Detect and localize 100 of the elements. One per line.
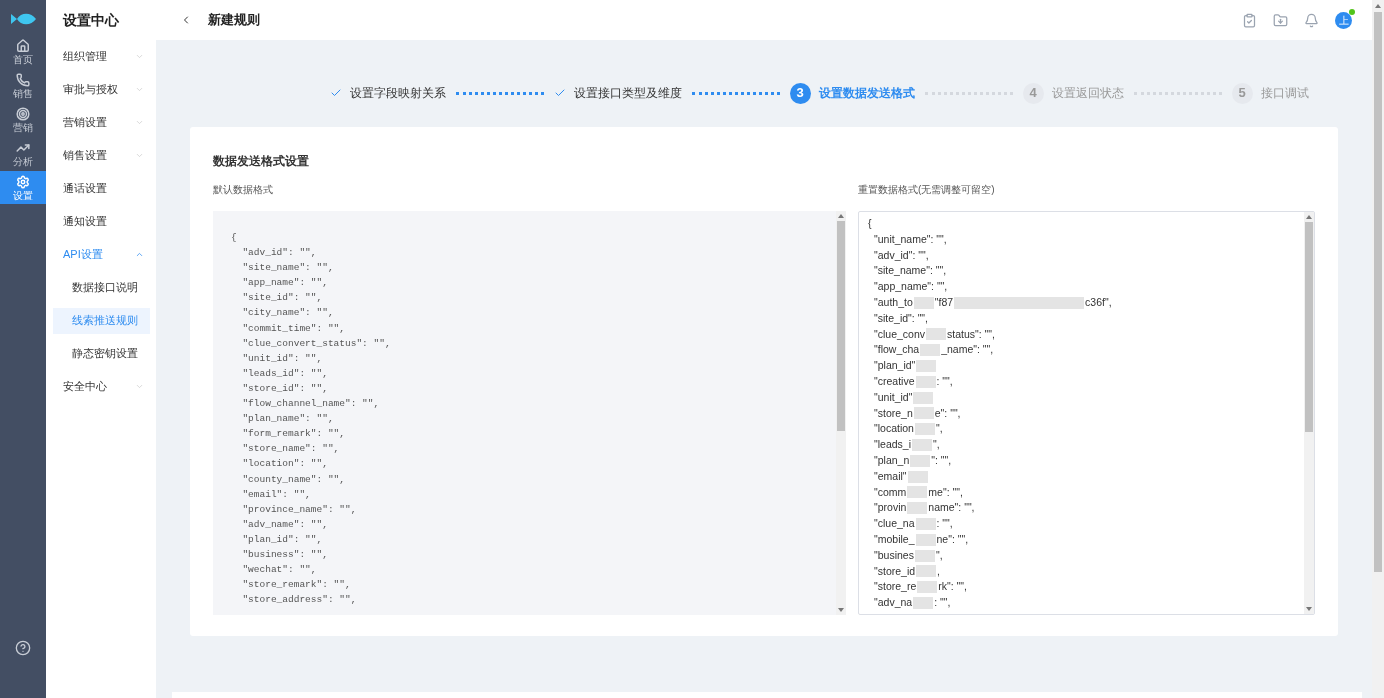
help-icon[interactable] (15, 640, 31, 656)
code-line: "site_id": "", (241, 291, 323, 306)
redaction-blur (907, 486, 928, 499)
code-text: "app_name": "", (874, 279, 948, 295)
step-label: 接口调试 (1260, 85, 1309, 102)
sidebar-item[interactable]: 销售设置 (46, 139, 156, 172)
step-label: 设置数据发送格式 (818, 85, 915, 102)
code-text: "plan_n (874, 452, 910, 468)
home-icon (16, 38, 30, 53)
code-text: rk": "", (938, 579, 967, 595)
redaction-blur (913, 407, 934, 420)
scroll-down-icon[interactable] (838, 608, 844, 612)
code-text: "busines (874, 547, 914, 563)
page-title: 新建规则 (208, 11, 260, 30)
phone-icon (16, 72, 30, 87)
card-title: 数据发送格式设置 (213, 153, 310, 170)
code-line: { (231, 231, 237, 245)
redaction-blur (907, 502, 928, 515)
nav-rail-item[interactable]: 营销 (0, 103, 46, 136)
code-text: "unit_name": "", (874, 231, 947, 247)
redaction-blur (912, 439, 932, 452)
sidebar-item[interactable]: 审批与授权 (46, 73, 156, 106)
code-text: "auth_to (874, 295, 913, 310)
sidebar-item[interactable]: API设置 (46, 238, 156, 271)
redaction-blur (916, 565, 937, 578)
nav-rail-item[interactable]: 分析 (0, 137, 46, 170)
redaction-blur (913, 597, 934, 609)
code-line: "leads_id": "", (241, 366, 328, 381)
step-number: 4 (1022, 82, 1044, 104)
code-text: "clue_conv (874, 326, 925, 342)
code-line: "plan_name": "", (241, 412, 334, 427)
code-text: "location (874, 421, 914, 437)
code-line: "adv_name": "", (241, 517, 328, 532)
code-text: "store_re (874, 579, 917, 595)
fish-logo-icon (9, 12, 37, 26)
scrollbar[interactable] (1304, 212, 1314, 614)
code-line: "province_name": "", (241, 502, 357, 517)
redaction-blur (915, 518, 936, 531)
caret-icon (135, 52, 144, 61)
code-text: "mobile_ (874, 531, 915, 547)
bell-icon[interactable] (1304, 12, 1319, 28)
code-text: ne": "", (936, 531, 969, 547)
scroll-up-icon[interactable] (1306, 215, 1312, 219)
sidebar-item[interactable]: 营销设置 (46, 106, 156, 139)
code-line: "location": "", (241, 457, 328, 472)
code-line: "email": "", (241, 487, 311, 502)
code-line: "unit_id": "", (241, 351, 323, 366)
page-scrollbar[interactable] (1372, 0, 1384, 698)
step-number: 5 (1231, 82, 1253, 104)
code-text: "adv_id": "", (874, 247, 929, 263)
code-text: , (937, 563, 940, 579)
code-text: me": "", (928, 484, 963, 500)
scroll-up-icon[interactable] (838, 214, 844, 218)
code-line: "store_remark": "", (241, 578, 351, 593)
caret-icon (135, 250, 144, 259)
step-number: 3 (789, 82, 811, 104)
nav-rail-item[interactable]: 首页 (0, 35, 46, 68)
code-text: _name": "", (941, 342, 994, 358)
scroll-down-icon[interactable] (1306, 607, 1312, 611)
redaction-blur (926, 328, 946, 341)
folder-download-icon[interactable] (1273, 12, 1288, 28)
sidebar-item[interactable]: 组织管理 (46, 40, 156, 73)
code-line: "store_name": "", (241, 442, 340, 457)
settings-icon (16, 174, 30, 189)
redaction-blur (910, 454, 931, 467)
code-text: name": "", (928, 500, 975, 516)
sidebar-item[interactable]: 通知设置 (46, 205, 156, 238)
nav-rail-item[interactable]: 销售 (0, 69, 46, 102)
scrollbar[interactable] (836, 211, 846, 615)
redaction-blur (915, 375, 936, 388)
field-label: 默认数据格式 (213, 183, 274, 197)
code-text: "flow_cha (874, 342, 920, 358)
code-text: "f87 (934, 295, 954, 310)
code-line: "store_id": "", (241, 381, 328, 396)
code-text: "provin (874, 500, 907, 516)
caret-icon (135, 382, 144, 391)
code-text: "plan_id" (874, 358, 916, 374)
code-text: : "", (936, 374, 953, 389)
sidebar-item[interactable]: 通话设置 (46, 172, 156, 205)
sidebar-subitem[interactable]: 静态密钥设置 (53, 340, 150, 367)
code-text: "store_id (874, 563, 916, 579)
code-line: "form_remark": "", (241, 427, 346, 442)
clipboard-check-icon[interactable] (1242, 12, 1257, 28)
code-text: { (868, 216, 872, 231)
target-icon (16, 106, 30, 121)
code-line: "plan_id": "", (241, 532, 323, 547)
scroll-up-icon[interactable] (1375, 4, 1381, 8)
redaction-blur (920, 344, 941, 357)
step-label: 设置字段映射关系 (349, 85, 446, 102)
code-text: ", (935, 547, 943, 563)
code-line: "store_address": "", (241, 593, 357, 608)
code-line: "commit_time": "", (241, 321, 346, 336)
code-text: : "", (936, 516, 953, 532)
redaction-blur (914, 423, 935, 436)
code-text: "store_n (874, 405, 913, 421)
code-text: "site_name": "", (874, 263, 947, 279)
code-line: "site_name": "", (241, 261, 334, 276)
sidebar-item[interactable]: 安全中心 (46, 370, 156, 403)
sidebar-subitem[interactable]: 数据接口说明 (53, 274, 150, 301)
code-input-field[interactable] (858, 211, 1315, 615)
